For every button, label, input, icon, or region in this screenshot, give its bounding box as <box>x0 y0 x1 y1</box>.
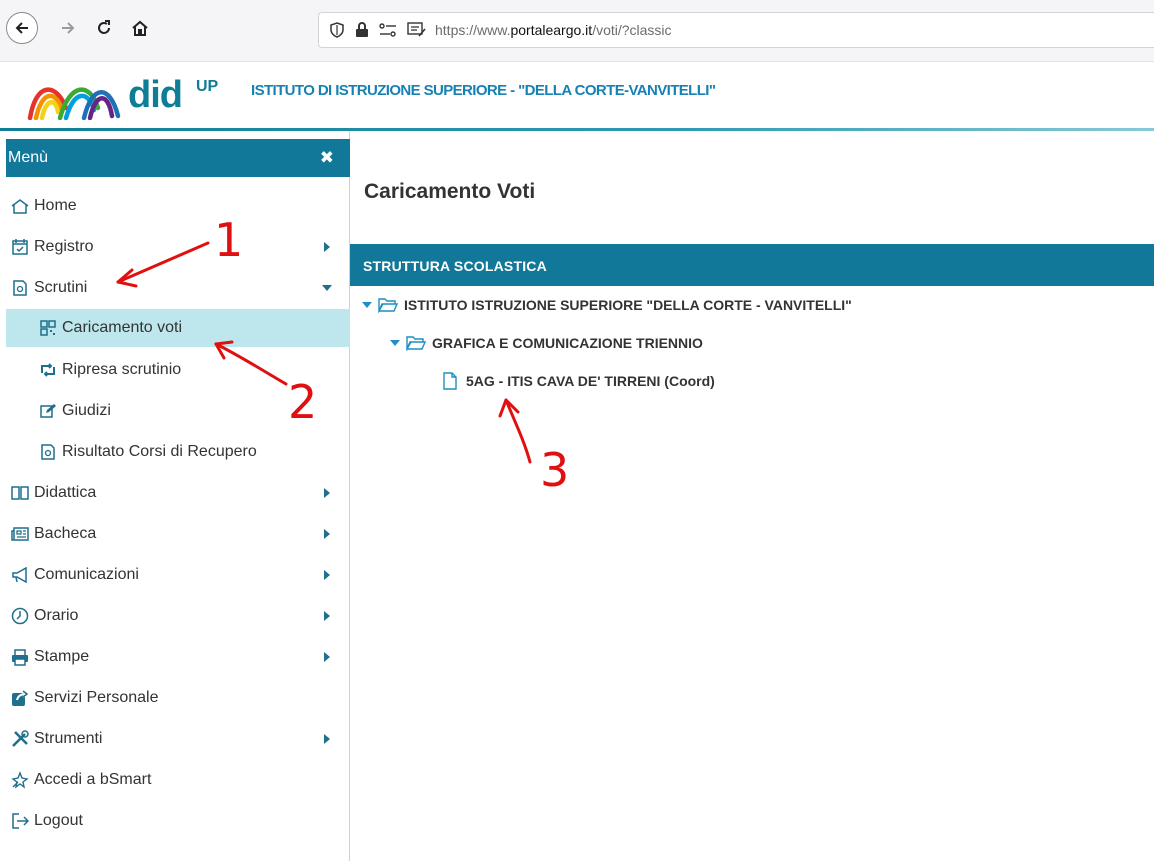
sidebar-item-stampe[interactable]: Stampe <box>6 638 350 676</box>
sidebar-item-label: Registro <box>34 238 94 255</box>
sidebar-item-comunicazioni[interactable]: Comunicazioni <box>6 556 350 594</box>
back-button[interactable] <box>6 12 38 44</box>
calendar-check-icon <box>10 237 30 257</box>
megaphone-icon <box>10 565 30 585</box>
caret-down-icon[interactable] <box>390 340 400 346</box>
chevron-right-icon <box>324 529 330 539</box>
logo-superscript: UP <box>196 78 219 95</box>
retweet-icon <box>38 360 58 380</box>
sidebar-item-label: Scrutini <box>34 279 88 296</box>
chevron-right-icon <box>324 242 330 252</box>
scrutini-icon <box>10 278 30 298</box>
sidebar-item-label: Servizi Personale <box>34 689 159 706</box>
permissions-icon[interactable] <box>379 23 397 37</box>
sidebar-item-home[interactable]: Home <box>6 187 350 225</box>
folder-open-icon <box>378 298 398 313</box>
tree-node-grafica[interactable]: GRAFICA E COMUNICAZIONE TRIENNIO <box>390 335 703 351</box>
chevron-right-icon <box>324 734 330 744</box>
sidebar-item-scrutini[interactable]: Scrutini <box>6 269 350 307</box>
newspaper-icon <box>10 524 30 544</box>
annotation-arrow-3 <box>504 398 532 464</box>
sidebar-item-accedi-bsmart[interactable]: Accedi a bSmart <box>6 761 350 799</box>
edit-icon <box>38 401 58 421</box>
clock-icon <box>10 606 30 626</box>
reload-button[interactable] <box>88 12 120 44</box>
reload-icon <box>98 20 110 34</box>
sidebar-menu: Menù ✖ Home Registro Scrutini Caricament… <box>0 131 350 861</box>
sidebar-item-giudizi[interactable]: Giudizi <box>6 392 350 430</box>
qrcode-icon <box>38 318 58 338</box>
tree-node-5ag[interactable]: 5AG - ITIS CAVA DE' TIRRENI (Coord) <box>442 372 715 390</box>
tree-node-istituto[interactable]: ISTITUTO ISTRUZIONE SUPERIORE "DELLA COR… <box>362 297 852 313</box>
sidebar-item-strumenti[interactable]: Strumenti <box>6 720 350 758</box>
printer-icon <box>10 647 30 667</box>
menu-header: Menù ✖ <box>6 139 350 177</box>
sidebar-item-label: Didattica <box>34 484 97 501</box>
home-icon <box>10 196 30 216</box>
home-button[interactable] <box>124 12 156 44</box>
sidebar-item-label: Comunicazioni <box>34 566 139 583</box>
bsmart-icon <box>10 770 30 790</box>
browser-toolbar: https://www.portaleargo.it/voti/?classic <box>0 0 1154 62</box>
page-title: Caricamento Voti <box>364 180 536 203</box>
sidebar-item-label: Home <box>34 197 77 214</box>
tree-node-label: 5AG - ITIS CAVA DE' TIRRENI (Coord) <box>466 373 715 389</box>
section-title: STRUTTURA SCOLASTICA <box>363 258 547 274</box>
url-bar[interactable]: https://www.portaleargo.it/voti/?classic <box>318 12 1154 48</box>
file-icon <box>443 372 457 390</box>
sidebar-item-didattica[interactable]: Didattica <box>6 474 350 512</box>
sidebar-item-orario[interactable]: Orario <box>6 597 350 635</box>
scrutini-icon <box>38 442 58 462</box>
chevron-right-icon <box>324 488 330 498</box>
section-header: STRUTTURA SCOLASTICA <box>350 244 1154 286</box>
menu-title: Menù <box>8 149 49 166</box>
close-icon[interactable]: ✖ <box>320 148 334 168</box>
tree-node-label: GRAFICA E COMUNICAZIONE TRIENNIO <box>432 335 703 351</box>
sidebar-item-label: Logout <box>34 812 83 829</box>
folder-open-icon <box>406 336 426 351</box>
tree-node-label: ISTITUTO ISTRUZIONE SUPERIORE "DELLA COR… <box>404 297 852 313</box>
book-icon <box>10 483 30 503</box>
annotation-label-3: 3 <box>540 443 569 497</box>
share-icon <box>10 688 30 708</box>
forward-button[interactable] <box>52 12 84 44</box>
sidebar-item-label: Orario <box>34 607 79 624</box>
didup-rainbow-logo-icon <box>27 87 121 120</box>
arrow-left-icon <box>15 22 28 34</box>
chevron-right-icon <box>324 611 330 621</box>
sidebar-item-logout[interactable]: Logout <box>6 802 350 840</box>
sidebar-item-risultato-corsi[interactable]: Risultato Corsi di Recupero <box>6 433 350 471</box>
annotation-arrowhead-3 <box>498 398 520 418</box>
sidebar-item-label: Stampe <box>34 648 90 665</box>
sidebar-item-registro[interactable]: Registro <box>6 228 350 266</box>
sidebar-item-label: Risultato Corsi di Recupero <box>62 443 257 460</box>
tools-icon <box>10 729 30 749</box>
sidebar-item-label: Ripresa scrutinio <box>62 361 182 378</box>
shield-icon[interactable] <box>329 22 345 38</box>
caret-down-icon[interactable] <box>362 302 372 308</box>
sidebar-item-label: Giudizi <box>62 402 111 419</box>
url-text[interactable]: https://www.portaleargo.it/voti/?classic <box>435 22 672 38</box>
lock-icon[interactable] <box>355 22 369 38</box>
chevron-down-icon <box>322 285 332 291</box>
logo-wordmark: did <box>128 74 183 116</box>
chevron-right-icon <box>324 570 330 580</box>
app-header: did UP ISTITUTO DI ISTRUZIONE SUPERIORE … <box>0 62 1154 128</box>
sidebar-item-label: Strumenti <box>34 730 103 747</box>
sidebar-item-ripresa-scrutinio[interactable]: Ripresa scrutinio <box>6 351 350 389</box>
sidebar-item-label: Accedi a bSmart <box>34 771 152 788</box>
sidebar-item-bacheca[interactable]: Bacheca <box>6 515 350 553</box>
arrow-right-icon <box>62 22 75 34</box>
logout-icon <box>10 811 30 831</box>
school-name: ISTITUTO DI ISTRUZIONE SUPERIORE - "DELL… <box>251 82 716 99</box>
home-icon <box>132 20 148 36</box>
sidebar-item-label: Caricamento voti <box>62 319 183 336</box>
reader-view-icon[interactable] <box>407 22 427 38</box>
sidebar-item-caricamento-voti[interactable]: Caricamento voti <box>6 309 350 347</box>
chevron-right-icon <box>324 652 330 662</box>
sidebar-item-servizi-personale[interactable]: Servizi Personale <box>6 679 350 717</box>
sidebar-item-label: Bacheca <box>34 525 97 542</box>
